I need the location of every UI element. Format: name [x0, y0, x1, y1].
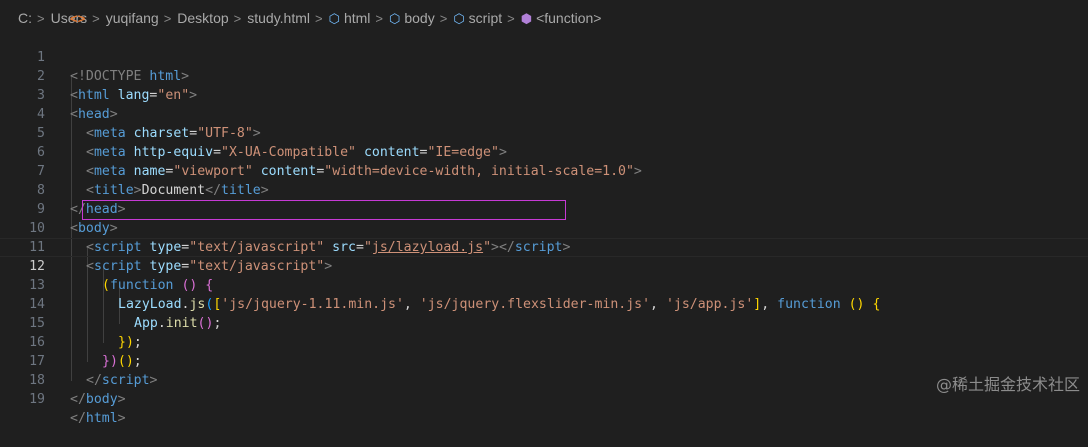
- breadcrumb-item-drive[interactable]: C:: [18, 10, 32, 26]
- line-number: 19: [29, 392, 45, 407]
- element-cube-icon: ⬡: [453, 10, 465, 26]
- breadcrumb-label: script: [468, 10, 503, 26]
- breadcrumb-item-file[interactable]: <> study.html: [70, 10, 310, 26]
- code-line: 16 })();: [0, 314, 1088, 369]
- token: html: [85, 411, 118, 426]
- chevron-right-icon: >: [507, 10, 515, 26]
- token: body: [85, 392, 118, 407]
- code-line-current: 12 (function () {: [0, 238, 1088, 293]
- code-line: 18 </body>: [0, 352, 1088, 407]
- chevron-right-icon: >: [233, 10, 242, 26]
- element-cube-icon: ⬡: [389, 10, 401, 26]
- breadcrumb-label: study.html: [247, 10, 310, 26]
- code-line: 5 <meta http-equiv="X-UA-Compatible" con…: [0, 105, 1088, 160]
- element-cube-icon: ⬡: [328, 10, 340, 26]
- breadcrumb-label: body: [404, 10, 435, 26]
- code-line: 7 <title>Document</title>: [0, 143, 1088, 198]
- watermark: @稀土掘金技术社区: [935, 375, 1080, 394]
- code-editor[interactable]: 1 <!DOCTYPE html> 2 <html lang="en"> 3 <…: [0, 29, 1088, 426]
- code-line: 3 <head>: [0, 67, 1088, 122]
- code-line: 17 </script>: [0, 333, 1088, 388]
- chevron-right-icon: >: [92, 10, 100, 26]
- breadcrumb-label: C:: [18, 10, 32, 26]
- html-file-icon: <>: [70, 10, 86, 26]
- breadcrumb-label: <function>: [536, 10, 602, 26]
- breadcrumb-label: Desktop: [177, 10, 229, 26]
- function-icon: ⬢: [520, 10, 533, 26]
- code-line: 14 App.init();: [0, 276, 1088, 331]
- token: >: [117, 392, 126, 407]
- breadcrumb-item-script[interactable]: ⬡ script: [453, 10, 502, 26]
- breadcrumb-item-function[interactable]: ⬢ <function>: [521, 10, 602, 26]
- code-line: 1 <!DOCTYPE html>: [0, 29, 1088, 84]
- code-line: 10 <script type="text/javascript" src="j…: [0, 200, 1088, 255]
- code-line: 6 <meta name="viewport" content="width=d…: [0, 124, 1088, 179]
- code-line: 11 <script type="text/javascript">: [0, 219, 1088, 274]
- token: </: [70, 411, 86, 426]
- code-line: 15 });: [0, 295, 1088, 350]
- breadcrumb-item-html[interactable]: ⬡ html: [329, 10, 371, 26]
- chevron-right-icon: >: [37, 10, 45, 26]
- chevron-right-icon: >: [375, 10, 383, 26]
- chevron-right-icon: >: [439, 10, 448, 26]
- code-text: </body>: [70, 390, 126, 409]
- code-line: 8 </head>: [0, 162, 1088, 217]
- code-line: 13 LazyLoad.js(['js/jquery-1.11.min.js',…: [0, 257, 1088, 312]
- token: </: [70, 392, 86, 407]
- breadcrumb-label: yuqifang: [105, 10, 159, 26]
- breadcrumb-label: html: [343, 10, 371, 26]
- breadcrumb-item-user[interactable]: yuqifang: [106, 10, 159, 26]
- code-line: 4 <meta charset="UTF-8">: [0, 86, 1088, 141]
- token: >: [117, 411, 126, 426]
- code-line: 9 <body>: [0, 181, 1088, 236]
- code-line: 19 </html>: [0, 371, 1088, 426]
- chevron-right-icon: >: [315, 10, 323, 26]
- chevron-right-icon: >: [163, 10, 172, 26]
- code-line: 2 <html lang="en">: [0, 48, 1088, 103]
- code-text: </html>: [70, 409, 126, 428]
- breadcrumb-item-desktop[interactable]: Desktop: [177, 10, 228, 26]
- breadcrumb-item-body[interactable]: ⬡ body: [389, 10, 435, 26]
